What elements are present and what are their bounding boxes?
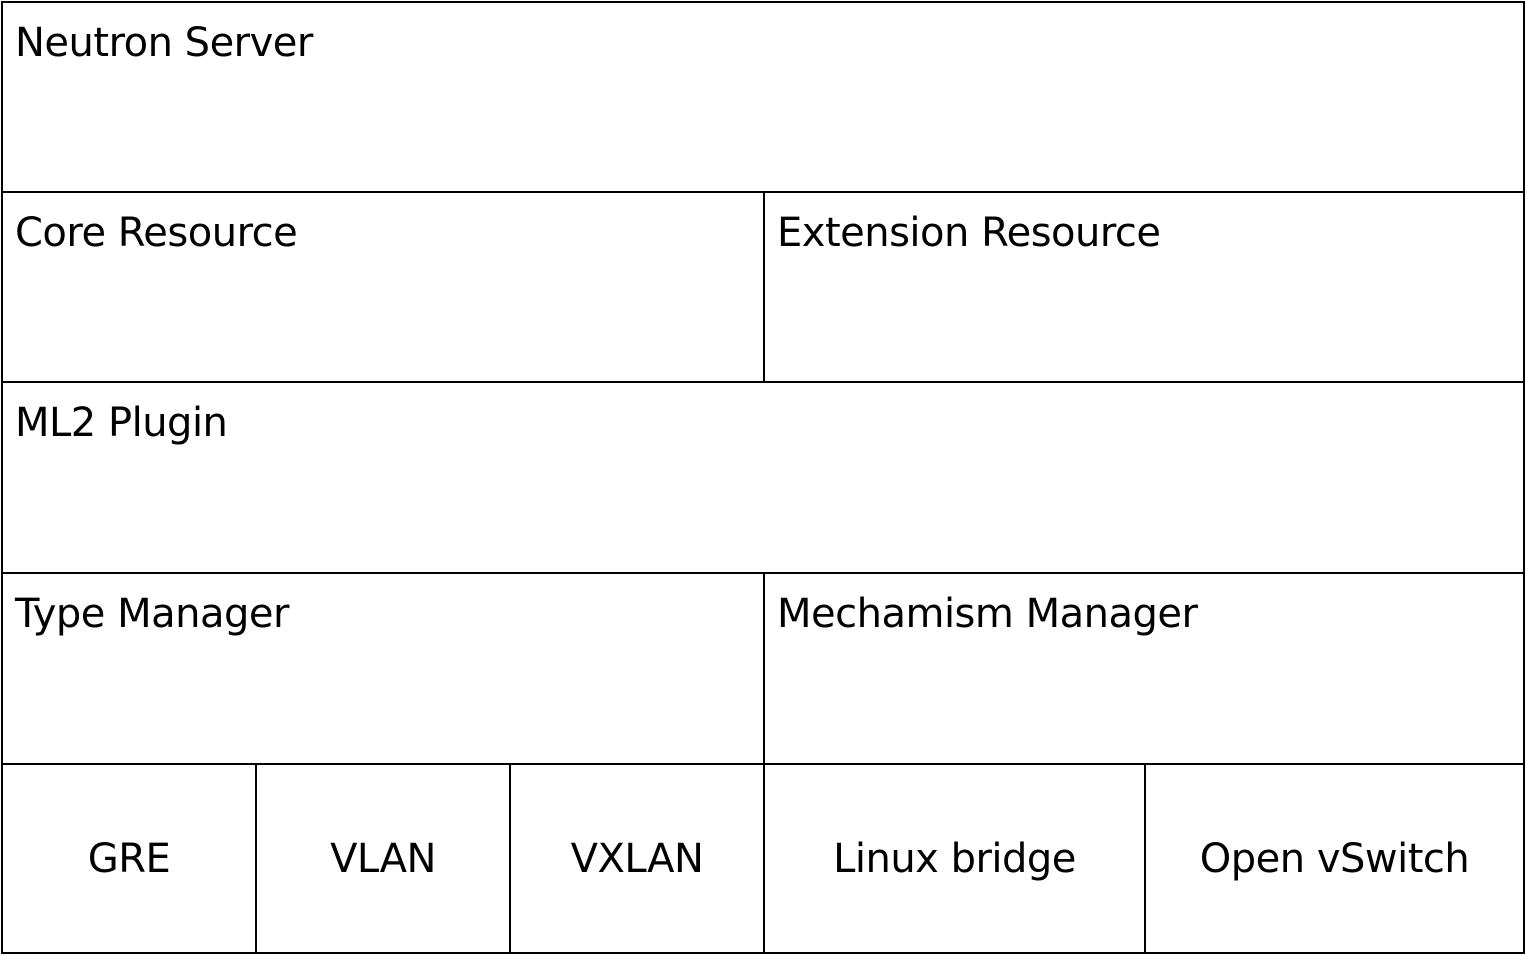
- mechanism-manager-label: Mechamism Manager: [777, 591, 1198, 637]
- core-resource-label: Core Resource: [15, 210, 298, 256]
- extension-resource-box: Extension Resource: [763, 191, 1525, 383]
- open-vswitch-driver-label: Open vSwitch: [1199, 835, 1470, 882]
- vlan-driver-label: VLAN: [330, 835, 436, 882]
- vxlan-driver-box: VXLAN: [509, 763, 765, 954]
- core-resource-box: Core Resource: [1, 191, 765, 383]
- neutron-architecture-diagram: Neutron Server Core Resource Extension R…: [0, 0, 1526, 955]
- ml2-plugin-box: ML2 Plugin: [1, 381, 1525, 574]
- neutron-server-box: Neutron Server: [1, 1, 1525, 193]
- neutron-server-label: Neutron Server: [15, 20, 313, 66]
- gre-driver-label: GRE: [87, 835, 171, 882]
- extension-resource-label: Extension Resource: [777, 210, 1161, 256]
- vxlan-driver-label: VXLAN: [570, 835, 704, 882]
- vlan-driver-box: VLAN: [255, 763, 511, 954]
- linux-bridge-driver-box: Linux bridge: [763, 763, 1146, 954]
- type-manager-label: Type Manager: [15, 591, 289, 637]
- linux-bridge-driver-label: Linux bridge: [833, 835, 1076, 882]
- mechanism-manager-box: Mechamism Manager: [763, 572, 1525, 765]
- open-vswitch-driver-box: Open vSwitch: [1144, 763, 1525, 954]
- ml2-plugin-label: ML2 Plugin: [15, 400, 228, 446]
- type-manager-box: Type Manager: [1, 572, 765, 765]
- gre-driver-box: GRE: [1, 763, 257, 954]
